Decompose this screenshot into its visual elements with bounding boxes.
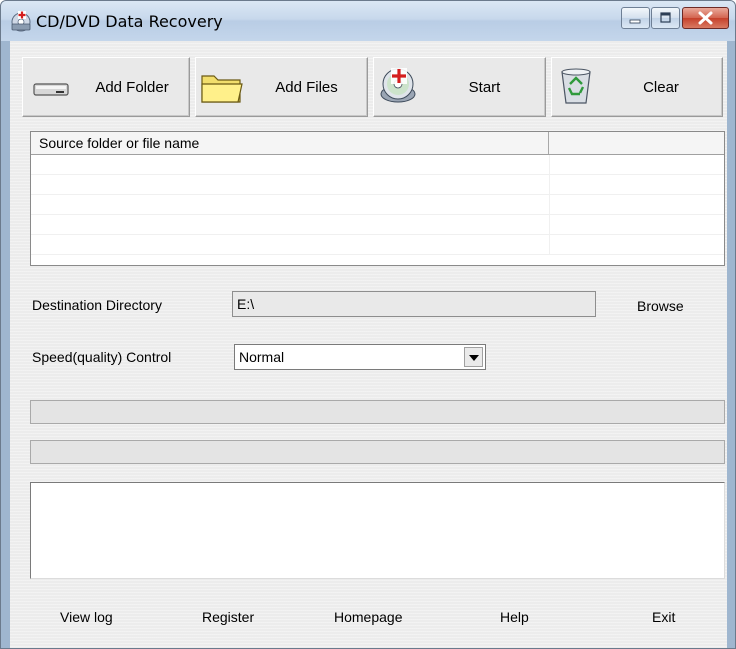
exit-link[interactable]: Exit <box>652 609 675 625</box>
minimize-icon <box>629 19 641 24</box>
add-files-button[interactable]: Add Files <box>195 57 368 117</box>
speed-selected-value: Normal <box>239 349 285 365</box>
add-files-label: Add Files <box>275 78 338 96</box>
start-label: Start <box>468 78 501 96</box>
list-row[interactable] <box>31 195 724 215</box>
clear-label: Clear <box>643 78 679 96</box>
column-header-extra[interactable] <box>550 132 724 154</box>
chevron-down-icon[interactable] <box>464 347 483 367</box>
folder-icon <box>201 75 243 103</box>
list-row[interactable] <box>31 155 724 175</box>
list-row[interactable] <box>31 235 724 255</box>
add-folder-button[interactable]: Add Folder <box>22 57 190 117</box>
title-bar[interactable]: CD/DVD Data Recovery <box>1 1 735 41</box>
window-title: CD/DVD Data Recovery <box>36 12 223 31</box>
start-button[interactable]: Start <box>373 57 546 117</box>
disc-plus-icon <box>380 68 416 103</box>
drive-icon <box>33 83 69 96</box>
register-link[interactable]: Register <box>202 609 254 625</box>
speed-select[interactable]: Normal <box>234 344 486 370</box>
log-output[interactable] <box>30 482 725 579</box>
close-button[interactable] <box>682 7 729 29</box>
main-panel: Add Folder Add Files Start Clear Source … <box>10 41 727 648</box>
speed-label: Speed(quality) Control <box>32 349 172 365</box>
cd-recovery-icon <box>11 11 31 32</box>
destination-label: Destination Directory <box>32 297 162 313</box>
list-header: Source folder or file name <box>31 132 724 155</box>
list-row[interactable] <box>31 215 724 235</box>
destination-field[interactable]: E:\ <box>232 291 596 317</box>
minimize-button[interactable] <box>621 7 650 29</box>
browse-button[interactable]: Browse <box>637 298 684 314</box>
homepage-link[interactable]: Homepage <box>334 609 403 625</box>
maximize-button[interactable] <box>651 7 680 29</box>
add-folder-label: Add Folder <box>95 78 169 96</box>
maximize-icon <box>660 12 671 23</box>
help-link[interactable]: Help <box>500 609 529 625</box>
recycle-bin-icon <box>561 68 591 104</box>
list-row[interactable] <box>31 175 724 195</box>
progress-bar-total <box>30 400 725 424</box>
view-log-link[interactable]: View log <box>60 609 113 625</box>
clear-button[interactable]: Clear <box>551 57 723 117</box>
progress-bar-current <box>30 440 725 464</box>
close-icon <box>698 11 713 25</box>
column-header-source[interactable]: Source folder or file name <box>31 132 549 154</box>
application-window: CD/DVD Data Recovery Add Folder Add File… <box>0 0 736 649</box>
source-file-list[interactable]: Source folder or file name <box>30 131 725 266</box>
